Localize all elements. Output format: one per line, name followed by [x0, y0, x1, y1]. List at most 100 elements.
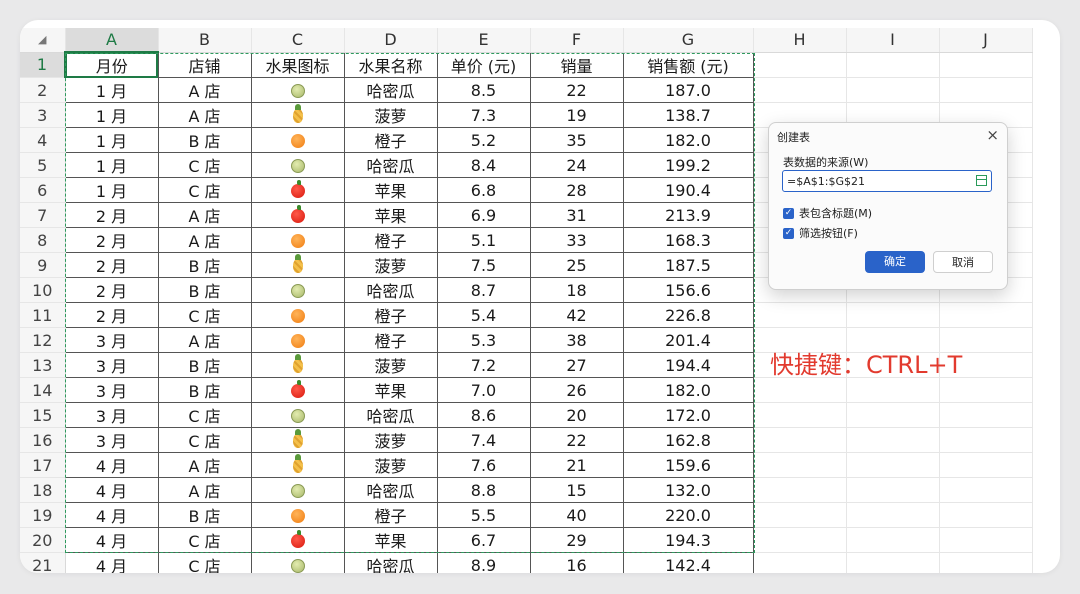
store-cell[interactable]: A 店: [157, 452, 252, 478]
row-header[interactable]: 11: [20, 302, 66, 328]
fruit-icon-cell[interactable]: [250, 277, 345, 303]
month-cell[interactable]: 4 月: [64, 552, 159, 573]
sales-cell[interactable]: 187.0: [622, 77, 754, 103]
store-cell[interactable]: B 店: [157, 352, 252, 378]
header-cell-store[interactable]: 店铺: [157, 51, 252, 78]
qty-cell[interactable]: 22: [529, 427, 624, 453]
month-cell[interactable]: 4 月: [64, 502, 159, 528]
price-cell[interactable]: 8.4: [436, 152, 531, 178]
cell[interactable]: [846, 477, 940, 503]
month-cell[interactable]: 4 月: [64, 527, 159, 553]
sales-cell[interactable]: 168.3: [622, 227, 754, 253]
sales-cell[interactable]: 187.5: [622, 252, 754, 278]
cell[interactable]: [939, 477, 1033, 503]
fruit-name-cell[interactable]: 菠萝: [343, 427, 438, 453]
store-cell[interactable]: C 店: [157, 527, 252, 553]
fruit-name-cell[interactable]: 哈密瓜: [343, 152, 438, 178]
qty-cell[interactable]: 27: [529, 352, 624, 378]
row-header[interactable]: 10: [20, 277, 66, 303]
store-cell[interactable]: A 店: [157, 477, 252, 503]
sales-cell[interactable]: 159.6: [622, 452, 754, 478]
cell[interactable]: [753, 477, 847, 503]
cell[interactable]: [939, 427, 1033, 453]
qty-cell[interactable]: 19: [529, 102, 624, 128]
store-cell[interactable]: C 店: [157, 552, 252, 573]
fruit-icon-cell[interactable]: [250, 352, 345, 378]
header-cell-sales[interactable]: 销售额 (元): [622, 51, 754, 78]
fruit-icon-cell[interactable]: [250, 252, 345, 278]
month-cell[interactable]: 4 月: [64, 477, 159, 503]
fruit-icon-cell[interactable]: [250, 127, 345, 153]
price-cell[interactable]: 6.7: [436, 527, 531, 553]
store-cell[interactable]: A 店: [157, 202, 252, 228]
fruit-icon-cell[interactable]: [250, 102, 345, 128]
price-cell[interactable]: 8.6: [436, 402, 531, 428]
cell[interactable]: [939, 402, 1033, 428]
store-cell[interactable]: C 店: [157, 427, 252, 453]
row-header[interactable]: 5: [20, 152, 66, 178]
fruit-name-cell[interactable]: 哈密瓜: [343, 477, 438, 503]
fruit-name-cell[interactable]: 橙子: [343, 502, 438, 528]
price-cell[interactable]: 7.2: [436, 352, 531, 378]
fruit-icon-cell[interactable]: [250, 177, 345, 203]
cell[interactable]: [753, 527, 847, 553]
fruit-name-cell[interactable]: 哈密瓜: [343, 402, 438, 428]
sales-cell[interactable]: 194.4: [622, 352, 754, 378]
row-header[interactable]: 1: [20, 52, 66, 78]
row-header[interactable]: 19: [20, 502, 66, 528]
price-cell[interactable]: 6.9: [436, 202, 531, 228]
row-header[interactable]: 15: [20, 402, 66, 428]
price-cell[interactable]: 7.6: [436, 452, 531, 478]
price-cell[interactable]: 6.8: [436, 177, 531, 203]
fruit-icon-cell[interactable]: [250, 452, 345, 478]
sales-cell[interactable]: 213.9: [622, 202, 754, 228]
store-cell[interactable]: B 店: [157, 502, 252, 528]
cell[interactable]: [846, 52, 940, 78]
fruit-icon-cell[interactable]: [250, 527, 345, 553]
month-cell[interactable]: 3 月: [64, 352, 159, 378]
fruit-name-cell[interactable]: 哈密瓜: [343, 277, 438, 303]
sales-cell[interactable]: 132.0: [622, 477, 754, 503]
sales-cell[interactable]: 182.0: [622, 377, 754, 403]
qty-cell[interactable]: 35: [529, 127, 624, 153]
sales-cell[interactable]: 226.8: [622, 302, 754, 328]
store-cell[interactable]: A 店: [157, 327, 252, 353]
sales-cell[interactable]: 182.0: [622, 127, 754, 153]
fruit-name-cell[interactable]: 哈密瓜: [343, 552, 438, 573]
price-cell[interactable]: 5.2: [436, 127, 531, 153]
price-cell[interactable]: 7.5: [436, 252, 531, 278]
source-range-input[interactable]: [783, 171, 967, 191]
fruit-icon-cell[interactable]: [250, 427, 345, 453]
cell[interactable]: [753, 302, 847, 328]
cell[interactable]: [846, 427, 940, 453]
qty-cell[interactable]: 18: [529, 277, 624, 303]
row-header[interactable]: 21: [20, 552, 66, 573]
month-cell[interactable]: 1 月: [64, 152, 159, 178]
column-header-c[interactable]: C: [251, 28, 345, 53]
row-header[interactable]: 12: [20, 327, 66, 353]
range-picker-icon[interactable]: [976, 175, 987, 186]
fruit-icon-cell[interactable]: [250, 552, 345, 573]
month-cell[interactable]: 3 月: [64, 327, 159, 353]
column-header-b[interactable]: B: [158, 28, 252, 53]
fruit-name-cell[interactable]: 苹果: [343, 377, 438, 403]
store-cell[interactable]: C 店: [157, 177, 252, 203]
cell[interactable]: [939, 452, 1033, 478]
close-icon[interactable]: ×: [986, 126, 999, 144]
qty-cell[interactable]: 29: [529, 527, 624, 553]
cell[interactable]: [846, 502, 940, 528]
month-cell[interactable]: 3 月: [64, 377, 159, 403]
fruit-icon-cell[interactable]: [250, 502, 345, 528]
cell[interactable]: [846, 377, 940, 403]
column-header-a[interactable]: A: [65, 28, 159, 53]
cell[interactable]: [846, 77, 940, 103]
cancel-button[interactable]: 取消: [933, 251, 993, 273]
month-cell[interactable]: 2 月: [64, 252, 159, 278]
row-header[interactable]: 14: [20, 377, 66, 403]
month-cell[interactable]: 3 月: [64, 402, 159, 428]
store-cell[interactable]: B 店: [157, 127, 252, 153]
fruit-icon-cell[interactable]: [250, 202, 345, 228]
qty-cell[interactable]: 38: [529, 327, 624, 353]
price-cell[interactable]: 8.9: [436, 552, 531, 573]
sales-cell[interactable]: 172.0: [622, 402, 754, 428]
